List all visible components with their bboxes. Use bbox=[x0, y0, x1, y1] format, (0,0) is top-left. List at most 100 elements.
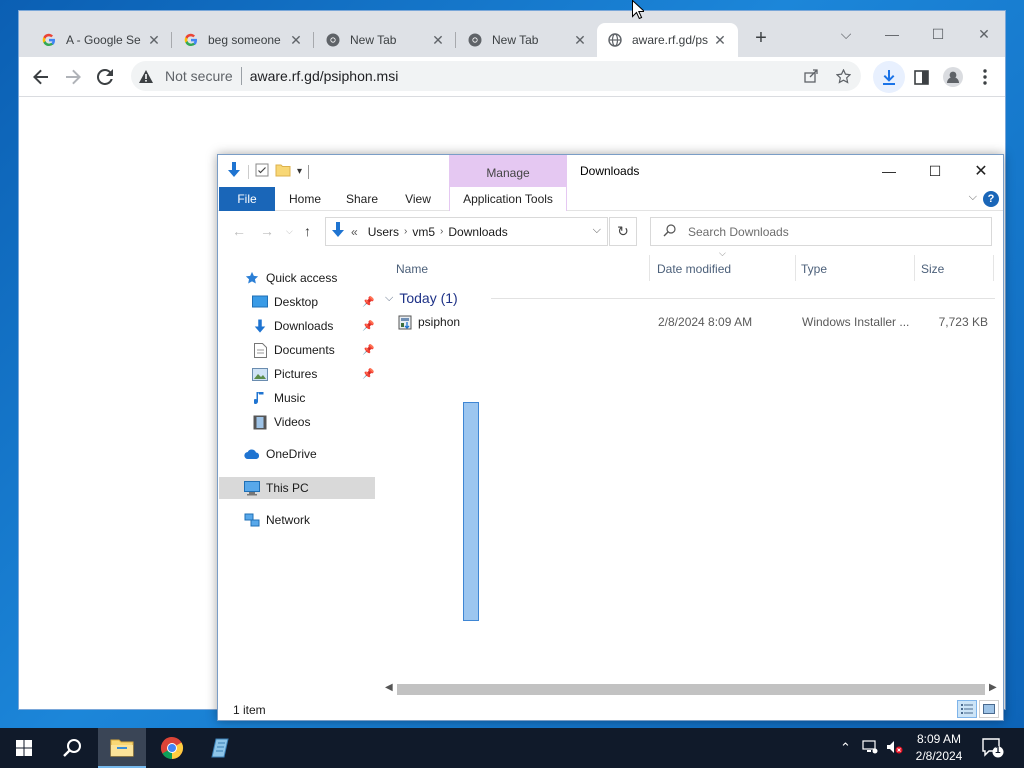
tab-new-tab-2[interactable]: New Tab ✕ bbox=[457, 23, 598, 57]
collapse-chevron-icon[interactable]: ⌵ bbox=[385, 292, 393, 305]
address-bar[interactable]: Not secure aware.rf.gd/psiphon.msi bbox=[131, 61, 861, 91]
nav-quick-access[interactable]: Quick access bbox=[244, 267, 337, 289]
volume-muted-icon[interactable] bbox=[886, 740, 904, 757]
nav-music[interactable]: Music bbox=[252, 387, 305, 409]
column-header-name[interactable]: Name bbox=[396, 251, 428, 287]
nav-pictures[interactable]: Pictures 📌 bbox=[252, 363, 376, 385]
column-header-size[interactable]: Size bbox=[921, 251, 944, 287]
side-panel-icon[interactable] bbox=[905, 61, 937, 93]
breadcrumb-downloads[interactable]: Downloads bbox=[448, 225, 507, 239]
properties-check-icon[interactable] bbox=[255, 163, 269, 180]
explorer-maximize-icon[interactable]: ☐ bbox=[912, 155, 958, 187]
ribbon-tab-share[interactable]: Share bbox=[338, 187, 386, 211]
menu-kebab-icon[interactable] bbox=[969, 61, 1001, 93]
horizontal-scrollbar[interactable]: ◀ ▶ bbox=[383, 681, 999, 697]
search-input[interactable] bbox=[688, 224, 968, 239]
show-hidden-icons-chevron-icon[interactable]: ⌃ bbox=[840, 740, 851, 756]
close-tab-icon[interactable]: ✕ bbox=[430, 32, 446, 49]
column-divider[interactable] bbox=[649, 255, 650, 281]
ribbon-tab-view[interactable]: View bbox=[396, 187, 440, 211]
minimize-icon[interactable]: — bbox=[869, 19, 915, 49]
close-tab-icon[interactable]: ✕ bbox=[712, 32, 728, 49]
table-row[interactable]: psiphon 2/8/2024 8:09 AM Windows Install… bbox=[383, 311, 995, 333]
column-header-type[interactable]: Type bbox=[801, 251, 827, 287]
back-icon[interactable] bbox=[25, 61, 57, 93]
file-explorer-taskbar-icon[interactable] bbox=[98, 728, 146, 768]
column-divider[interactable] bbox=[795, 255, 796, 281]
search-icon[interactable] bbox=[48, 728, 96, 768]
details-view-icon[interactable] bbox=[957, 700, 977, 718]
tab-search-chevron-icon[interactable]: ⌵ bbox=[823, 19, 869, 49]
share-icon[interactable] bbox=[799, 64, 823, 88]
reload-icon[interactable] bbox=[89, 61, 121, 93]
nav-back-icon[interactable]: ← bbox=[232, 223, 246, 239]
tab-google-search-2[interactable]: beg someone ✕ bbox=[173, 23, 314, 57]
breadcrumb-chevron-icon[interactable]: › bbox=[404, 226, 407, 237]
network-tray-icon[interactable] bbox=[862, 740, 878, 757]
pin-icon[interactable]: 📌 bbox=[362, 345, 374, 356]
pin-icon[interactable]: 📌 bbox=[362, 297, 374, 308]
column-header-date-modified[interactable]: Date modified bbox=[657, 251, 731, 287]
scroll-right-icon[interactable]: ▶ bbox=[989, 682, 997, 693]
tab-active-psiphon[interactable]: aware.rf.gd/ps ✕ bbox=[597, 23, 738, 57]
recent-locations-chevron-icon[interactable]: ⌵ bbox=[286, 226, 293, 237]
nav-this-pc[interactable]: This PC bbox=[219, 477, 375, 499]
pin-icon[interactable]: 📌 bbox=[362, 321, 374, 332]
nav-onedrive[interactable]: OneDrive bbox=[244, 443, 317, 465]
start-windows-icon[interactable] bbox=[0, 728, 48, 768]
breadcrumb-vm5[interactable]: vm5 bbox=[412, 225, 435, 239]
breadcrumb-chevron-icon[interactable]: › bbox=[440, 226, 443, 237]
nav-desktop[interactable]: Desktop 📌 bbox=[252, 291, 376, 313]
nav-videos[interactable]: Videos bbox=[252, 411, 310, 433]
bookmark-star-icon[interactable] bbox=[831, 64, 855, 88]
breadcrumb-overflow[interactable]: « bbox=[351, 225, 358, 239]
scrollbar-thumb[interactable] bbox=[397, 684, 985, 695]
nav-documents[interactable]: Documents 📌 bbox=[252, 339, 376, 361]
help-icon[interactable]: ? bbox=[983, 191, 999, 207]
tab-new-tab-1[interactable]: New Tab ✕ bbox=[315, 23, 456, 57]
refresh-icon[interactable]: ↻ bbox=[609, 217, 637, 246]
scroll-left-icon[interactable]: ◀ bbox=[385, 682, 393, 693]
explorer-close-icon[interactable]: ✕ bbox=[958, 155, 1004, 187]
address-dropdown-icon[interactable]: ⌵ bbox=[593, 224, 601, 237]
download-arrow-icon[interactable] bbox=[226, 162, 242, 181]
chrome-taskbar-icon[interactable] bbox=[148, 728, 196, 768]
manage-context-tab[interactable]: Manage bbox=[449, 155, 567, 187]
nav-downloads[interactable]: Downloads 📌 bbox=[252, 315, 376, 337]
explorer-minimize-icon[interactable]: — bbox=[866, 155, 912, 187]
new-folder-icon[interactable] bbox=[275, 163, 291, 180]
column-divider[interactable] bbox=[914, 255, 915, 281]
nav-label: Documents bbox=[274, 343, 335, 357]
nav-forward-icon[interactable]: → bbox=[260, 223, 274, 239]
msi-installer-icon bbox=[397, 314, 413, 333]
pin-icon[interactable]: 📌 bbox=[362, 369, 374, 380]
close-tab-icon[interactable]: ✕ bbox=[288, 32, 304, 49]
notification-center-icon[interactable]: 1 bbox=[982, 738, 1004, 761]
search-box[interactable] bbox=[650, 217, 992, 246]
ribbon-tab-home[interactable]: Home bbox=[280, 187, 330, 211]
ribbon-tab-application-tools[interactable]: Application Tools bbox=[449, 187, 567, 211]
close-tab-icon[interactable]: ✕ bbox=[146, 32, 162, 49]
tab-google-search-1[interactable]: A - Google Se ✕ bbox=[31, 23, 172, 57]
profile-avatar-icon[interactable] bbox=[937, 61, 969, 93]
large-icons-view-icon[interactable] bbox=[979, 700, 999, 718]
new-tab-button[interactable]: + bbox=[749, 27, 773, 51]
security-status[interactable]: Not secure bbox=[165, 68, 233, 84]
address-breadcrumb[interactable]: « Users › vm5 › Downloads ⌵ bbox=[325, 217, 608, 246]
url-text[interactable]: aware.rf.gd/psiphon.msi bbox=[250, 68, 399, 84]
notepad-app-icon[interactable] bbox=[197, 728, 245, 768]
system-clock[interactable]: 8:09 AM 2/8/2024 bbox=[904, 731, 974, 765]
ribbon-tab-file[interactable]: File bbox=[219, 187, 275, 211]
ribbon-expand-chevron-icon[interactable]: ⌵ bbox=[969, 191, 977, 204]
download-icon[interactable] bbox=[873, 61, 905, 93]
group-header-today[interactable]: ⌵ Today (1) bbox=[385, 287, 995, 309]
breadcrumb-users[interactable]: Users bbox=[368, 225, 399, 239]
column-divider[interactable] bbox=[993, 255, 994, 281]
maximize-icon[interactable]: ☐ bbox=[915, 19, 961, 49]
nav-network[interactable]: Network bbox=[244, 509, 310, 531]
close-tab-icon[interactable]: ✕ bbox=[572, 32, 588, 49]
forward-icon[interactable] bbox=[57, 61, 89, 93]
close-window-icon[interactable]: ✕ bbox=[961, 19, 1007, 49]
qat-dropdown-icon[interactable]: ▾ bbox=[297, 166, 302, 177]
up-folder-icon[interactable]: ↑ bbox=[304, 223, 311, 239]
